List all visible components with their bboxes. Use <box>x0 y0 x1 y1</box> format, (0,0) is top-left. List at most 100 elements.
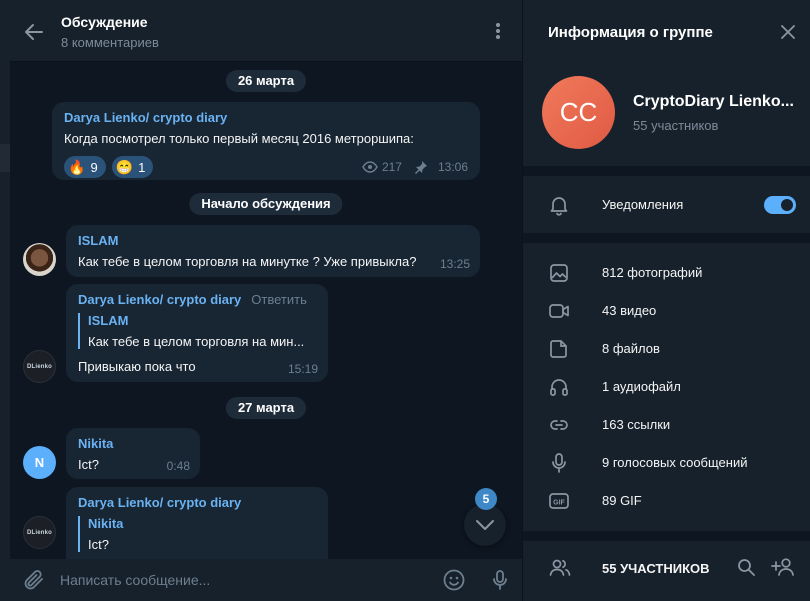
message-text: Как тебе в целом торговля на минутке ? У… <box>78 254 417 269</box>
message-author[interactable]: Nikita <box>78 436 188 451</box>
video-icon <box>548 300 570 322</box>
post-meta: 217 13:06 <box>362 160 468 174</box>
reaction-fire[interactable]: 🔥 9 <box>64 156 106 178</box>
microphone-icon <box>548 452 570 474</box>
quote-text: Ict? <box>88 537 109 552</box>
chevron-down-icon <box>475 519 495 531</box>
reaction-count: 9 <box>90 159 98 175</box>
quote-text: Как тебе в целом торговля на мин... <box>88 334 305 349</box>
media-row-links[interactable]: 163 ссылки <box>523 406 810 444</box>
message-author[interactable]: Darya Lienko/ crypto diary <box>78 495 316 510</box>
notifications-label: Уведомления <box>602 197 684 212</box>
author-name[interactable]: Darya Lienko/ crypto diary <box>78 292 241 307</box>
microphone-icon[interactable] <box>488 568 512 592</box>
reply-message-bubble[interactable]: Darya Lienko/ crypto diary Ответить ISLAM… <box>66 284 328 382</box>
avatar-letter: N <box>34 455 45 470</box>
fire-emoji-icon: 🔥 <box>68 159 86 175</box>
gifs-count: 89 GIF <box>602 493 642 508</box>
group-member-count: 55 участников <box>633 118 719 133</box>
message-time: 13:06 <box>437 160 468 174</box>
discussion-start-separator: Начало обсуждения <box>189 193 343 215</box>
voice-messages-count: 9 голосовых сообщений <box>602 455 748 470</box>
section-divider <box>523 233 810 243</box>
smile-icon[interactable] <box>442 568 466 592</box>
members-section-title: 55 УЧАСТНИКОВ <box>602 561 710 576</box>
paperclip-icon[interactable] <box>22 568 46 592</box>
reply-message-bubble[interactable]: Darya Lienko/ crypto diary Nikita Ict? <box>66 487 328 559</box>
message-author[interactable]: ISLAM <box>78 233 468 248</box>
headphones-icon <box>548 376 570 398</box>
links-count: 163 ссылки <box>602 417 671 432</box>
gif-icon: GIF <box>548 490 570 512</box>
media-row-voice[interactable]: 9 голосовых сообщений <box>523 444 810 482</box>
avatar-islam[interactable] <box>23 243 56 276</box>
bell-icon <box>548 194 570 216</box>
group-name: CryptoDiary Lienko... <box>633 93 794 110</box>
media-row-photos[interactable]: 812 фотографий <box>523 254 810 292</box>
unread-count-badge: 5 <box>475 488 497 510</box>
avatar-nikita[interactable]: N <box>23 446 56 479</box>
back-arrow-icon[interactable] <box>22 20 46 44</box>
group-info-panel: Информация о группе CC CryptoDiary Lienk… <box>522 0 810 601</box>
media-row-audio[interactable]: 1 аудиофайл <box>523 368 810 406</box>
media-row-files[interactable]: 8 файлов <box>523 330 810 368</box>
pin-icon <box>414 160 428 174</box>
message-input[interactable] <box>60 567 430 593</box>
reaction-count: 1 <box>138 159 146 175</box>
info-panel-title: Информация о группе <box>548 24 713 41</box>
eye-icon <box>362 161 378 173</box>
media-row-videos[interactable]: 43 видео <box>523 292 810 330</box>
dlienko-logo: DLienko <box>26 529 53 536</box>
group-initials: CC <box>559 97 598 127</box>
date-separator: 26 марта <box>225 70 307 92</box>
add-user-icon[interactable] <box>771 555 797 579</box>
message-text: Привыкаю пока что <box>78 359 196 374</box>
notifications-toggle[interactable] <box>764 196 796 214</box>
close-icon[interactable] <box>779 23 797 41</box>
selected-chat-marker <box>0 144 10 172</box>
view-count: 217 <box>381 160 402 174</box>
message-author: Darya Lienko/ crypto diary Ответить <box>78 292 316 307</box>
section-divider <box>523 166 810 176</box>
grin-emoji-icon: 😁 <box>115 159 134 175</box>
link-icon <box>548 414 570 436</box>
message-time: 15:19 <box>287 362 318 376</box>
quote-author: Nikita <box>88 516 124 531</box>
files-count: 8 файлов <box>602 341 660 356</box>
message-list[interactable]: 26 марта Darya Lienko/ crypto diary Когд… <box>10 62 522 559</box>
scroll-down-button[interactable] <box>464 504 506 546</box>
message-author[interactable]: Darya Lienko/ crypto diary <box>64 110 468 125</box>
svg-text:GIF: GIF <box>553 500 565 507</box>
discussion-panel: Обсуждение 8 комментариев 26 марта Darya… <box>10 0 522 601</box>
chat-title: Обсуждение <box>61 14 148 30</box>
quoted-message[interactable]: Nikita Ict? <box>78 516 316 552</box>
chat-header: Обсуждение 8 комментариев <box>10 0 522 62</box>
media-row-gifs[interactable]: GIF 89 GIF <box>523 482 810 520</box>
message-bubble[interactable]: Nikita Ict? 0:48 <box>66 428 200 479</box>
message-time: 0:48 <box>166 459 190 473</box>
group-avatar[interactable]: CC <box>542 76 615 149</box>
reaction-grin[interactable]: 😁 1 <box>111 156 154 178</box>
reply-button[interactable]: Ответить <box>251 292 307 307</box>
audio-count: 1 аудиофайл <box>602 379 681 394</box>
dlienko-logo: DLienko <box>26 363 53 370</box>
search-icon[interactable] <box>736 557 756 577</box>
message-bubble[interactable]: ISLAM Как тебе в целом торговля на минут… <box>66 225 480 277</box>
avatar-dlienko[interactable]: DLienko <box>23 516 56 549</box>
file-icon <box>548 338 570 360</box>
avatar-dlienko[interactable]: DLienko <box>23 350 56 383</box>
photo-icon <box>548 262 570 284</box>
comment-count: 8 комментариев <box>61 35 159 50</box>
photos-count: 812 фотографий <box>602 265 703 280</box>
date-separator: 27 марта <box>225 397 307 419</box>
message-composer <box>10 559 522 601</box>
section-divider <box>523 531 810 541</box>
toggle-knob <box>779 197 795 213</box>
videos-count: 43 видео <box>602 303 657 318</box>
channel-post-bubble[interactable]: Darya Lienko/ crypto diary Когда посмотр… <box>52 102 480 180</box>
more-vertical-icon[interactable] <box>492 20 504 42</box>
quote-author: ISLAM <box>88 313 129 328</box>
message-time: 13:25 <box>439 257 470 271</box>
quoted-message[interactable]: ISLAM Как тебе в целом торговля на мин..… <box>78 313 316 349</box>
left-edge-strip <box>0 0 10 601</box>
